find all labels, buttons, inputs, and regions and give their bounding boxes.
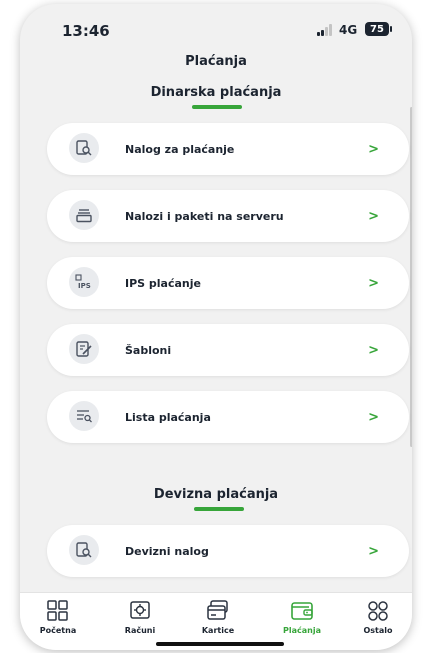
section-underline <box>192 105 242 109</box>
list-search-icon <box>69 401 99 431</box>
menu-item-nalozi-i-paketi[interactable]: Nalozi i paketi na serveru > <box>47 190 409 242</box>
signal-icon <box>317 24 335 36</box>
cards-icon <box>207 600 228 620</box>
status-bar: 13:46 4G 75 <box>20 4 412 50</box>
nav-item-pocetna[interactable]: Početna <box>23 599 93 635</box>
menu-item-nalog-za-placanje[interactable]: Nalog za plaćanje > <box>47 123 409 175</box>
network-type: 4G <box>339 23 358 37</box>
nav-item-ostalo[interactable]: Ostalo <box>343 599 412 635</box>
menu-item-lista-placanja[interactable]: Lista plaćanja > <box>47 391 409 443</box>
ips-qr-icon: IPS <box>69 267 99 297</box>
status-time: 13:46 <box>62 22 110 40</box>
chevron-right-icon: > <box>368 409 379 425</box>
chevron-right-icon: > <box>368 141 379 157</box>
section-title-devizna: Devizna plaćanja <box>153 487 279 502</box>
section-title-dinarska: Dinarska plaćanja <box>150 85 282 100</box>
chevron-right-icon: > <box>368 342 379 358</box>
server-stack-icon <box>69 200 99 230</box>
chevron-right-icon: > <box>368 275 379 291</box>
nav-label: Računi <box>124 626 156 635</box>
wallet-icon <box>291 602 313 620</box>
menu-item-label: Nalozi i paketi na serveru <box>125 209 284 223</box>
svg-text:IPS: IPS <box>78 282 91 290</box>
phone-screen: 13:46 4G 75 Plaćanja Dinarska plaćanja N… <box>20 4 412 650</box>
accounts-icon <box>130 601 150 619</box>
nav-item-placanja[interactable]: Plaćanja <box>267 599 337 635</box>
menu-item-devizni-nalog[interactable]: Devizni nalog > <box>47 525 409 577</box>
template-edit-icon <box>69 334 99 364</box>
menu-item-label: IPS plaćanje <box>125 276 201 290</box>
menu-item-label: Šabloni <box>125 343 172 357</box>
home-grid-icon <box>47 600 68 621</box>
nav-item-kartice[interactable]: Kartice <box>183 599 253 635</box>
battery-level: 75 <box>370 23 384 35</box>
chevron-right-icon: > <box>368 208 379 224</box>
nav-label: Plaćanja <box>283 626 321 635</box>
nav-label: Ostalo <box>363 626 393 635</box>
chevron-right-icon: > <box>368 543 379 559</box>
document-search-icon <box>69 133 99 163</box>
nav-item-racuni[interactable]: Računi <box>105 599 175 635</box>
nav-label: Početna <box>39 626 77 635</box>
menu-item-label: Devizni nalog <box>125 544 209 558</box>
home-indicator[interactable] <box>156 642 284 646</box>
menu-item-label: Lista plaćanja <box>125 410 211 424</box>
nav-label: Kartice <box>201 626 235 635</box>
more-circles-icon <box>368 601 388 621</box>
document-search-icon <box>69 535 99 565</box>
menu-item-label: Nalog za plaćanje <box>125 142 235 156</box>
battery-icon: 75 <box>365 22 392 36</box>
scrollbar[interactable] <box>410 107 412 447</box>
menu-item-ips-placanje[interactable]: IPS IPS plaćanje > <box>47 257 409 309</box>
page-title: Plaćanja <box>185 54 247 69</box>
menu-item-sabloni[interactable]: Šabloni > <box>47 324 409 376</box>
section-underline <box>194 507 244 511</box>
